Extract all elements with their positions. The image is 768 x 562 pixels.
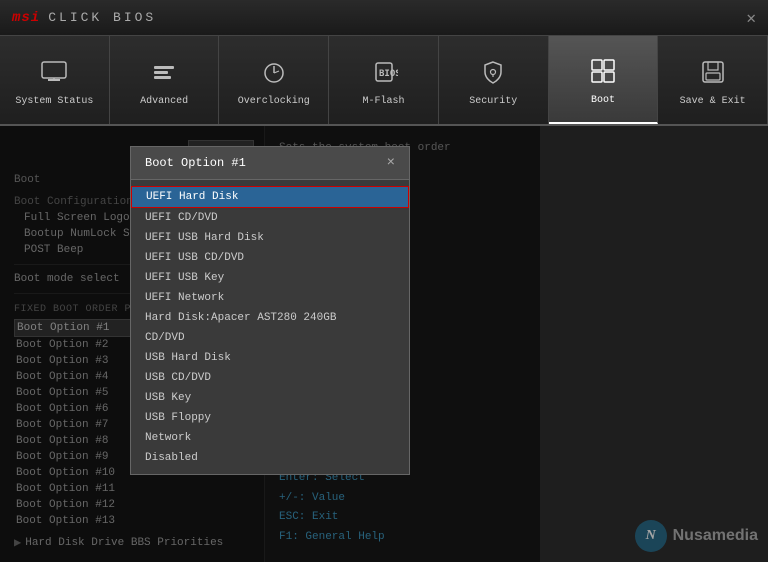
modal-option-usb-cdvd[interactable]: USB CD/DVD [131,368,409,388]
security-label: Security [469,96,517,107]
navigation-bar: System Status Advanced Overclocking BIOS M-F… [0,36,768,126]
save-exit-label: Save & Exit [680,96,746,107]
nav-item-security[interactable]: Security [439,36,549,124]
modal-option-uefi-cdvd[interactable]: UEFI CD/DVD [131,208,409,228]
m-flash-icon: BIOS [366,54,402,90]
close-button[interactable]: ✕ [746,8,756,28]
watermark: N Nusamedia [635,520,758,552]
modal-option-usb-hdd[interactable]: USB Hard Disk [131,348,409,368]
main-content: BACK ↩ Boot Boot Configuration Full Scre… [0,126,768,562]
overclocking-icon [256,54,292,90]
nav-item-advanced[interactable]: Advanced [110,36,220,124]
security-icon [475,54,511,90]
modal-option-cdvd[interactable]: CD/DVD [131,328,409,348]
system-status-icon [36,54,72,90]
watermark-icon: N [635,520,667,552]
save-exit-icon [695,54,731,90]
modal-option-uefi-hdd[interactable]: UEFI Hard Disk [131,186,409,208]
nav-item-system-status[interactable]: System Status [0,36,110,124]
modal-option-usb-key[interactable]: USB Key [131,388,409,408]
advanced-icon [146,54,182,90]
logo: msi [12,10,40,26]
advanced-label: Advanced [140,96,188,107]
modal-option-uefi-usb-key[interactable]: UEFI USB Key [131,268,409,288]
modal-option-uefi-network[interactable]: UEFI Network [131,288,409,308]
boot-icon [585,53,621,89]
nav-item-boot[interactable]: Boot [549,36,659,124]
nav-item-save-exit[interactable]: Save & Exit [658,36,768,124]
modal-option-uefi-usb-cdvd[interactable]: UEFI USB CD/DVD [131,248,409,268]
nav-item-overclocking[interactable]: Overclocking [219,36,329,124]
watermark-text: Nusamedia [673,527,758,545]
modal-option-disabled[interactable]: Disabled [131,448,409,468]
app-name: CLICK BIOS [48,10,156,25]
modal-option-hdd-apacer[interactable]: Hard Disk:Apacer AST280 240GB [131,308,409,328]
overclocking-label: Overclocking [238,96,310,107]
modal-close-button[interactable]: × [387,155,395,171]
svg-text:BIOS: BIOS [379,69,398,79]
modal-title: Boot Option #1 [145,156,246,170]
m-flash-label: M-Flash [363,96,405,107]
modal-overlay: Boot Option #1 × UEFI Hard Disk UEFI CD/… [0,126,540,562]
boot-label: Boot [591,95,615,106]
nav-item-m-flash[interactable]: BIOS M-Flash [329,36,439,124]
modal-option-usb-floppy[interactable]: USB Floppy [131,408,409,428]
system-status-label: System Status [15,96,93,107]
title-bar: msi CLICK BIOS ✕ [0,0,768,36]
boot-option-modal: Boot Option #1 × UEFI Hard Disk UEFI CD/… [130,146,410,475]
modal-body: UEFI Hard Disk UEFI CD/DVD UEFI USB Hard… [131,180,409,474]
modal-header: Boot Option #1 × [131,147,409,180]
modal-option-uefi-usb-hdd[interactable]: UEFI USB Hard Disk [131,228,409,248]
modal-option-network[interactable]: Network [131,428,409,448]
